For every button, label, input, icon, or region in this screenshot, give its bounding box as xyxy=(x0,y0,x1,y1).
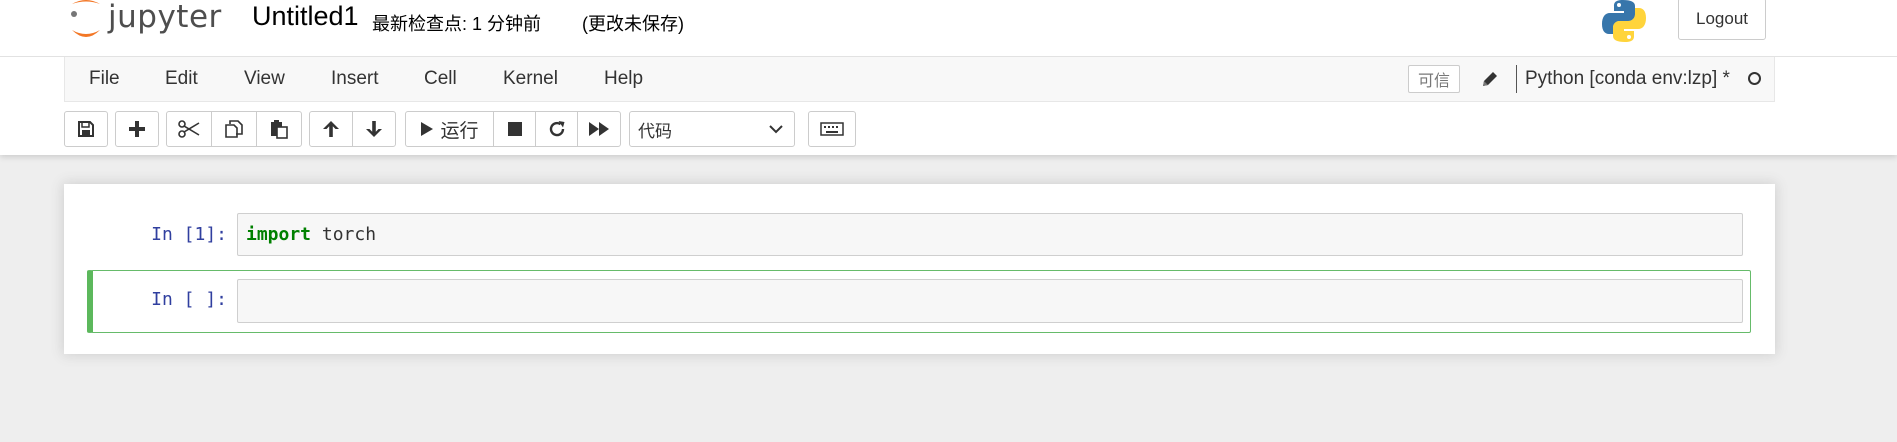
paste-button[interactable] xyxy=(256,111,302,147)
kernel-separator xyxy=(1516,65,1517,93)
cut-icon xyxy=(178,120,200,138)
cell-type-select[interactable]: 代码 xyxy=(629,111,795,147)
jupyter-logo-icon xyxy=(71,0,100,37)
menu-kernel[interactable]: Kernel xyxy=(503,68,558,90)
code-text: torch xyxy=(311,224,377,245)
logout-button[interactable]: Logout xyxy=(1678,0,1766,40)
checkpoint-status: 最新检查点: 1 分钟前 xyxy=(372,14,542,34)
kernel-idle-indicator-icon xyxy=(1748,72,1761,85)
pencil-icon[interactable] xyxy=(1481,70,1499,93)
code-editor[interactable] xyxy=(237,279,1743,323)
input-prompt: In [1]: xyxy=(151,224,227,245)
copy-icon xyxy=(225,120,243,138)
restart-icon xyxy=(549,121,564,137)
notebook-container: In [1]: import torch In [ ]: xyxy=(64,184,1775,354)
trusted-badge[interactable]: 可信 xyxy=(1408,65,1460,93)
input-prompt: In [ ]: xyxy=(151,289,227,310)
plus-icon xyxy=(129,121,145,137)
stop-icon xyxy=(507,122,522,136)
cut-button[interactable] xyxy=(166,111,212,147)
command-palette-button[interactable] xyxy=(808,111,856,147)
insert-cell-button[interactable] xyxy=(115,111,159,147)
interrupt-button[interactable] xyxy=(493,111,536,147)
move-up-button[interactable] xyxy=(309,111,353,147)
restart-run-all-button[interactable] xyxy=(577,111,621,147)
save-button[interactable] xyxy=(64,111,108,147)
menu-edit[interactable]: Edit xyxy=(165,68,198,90)
code-line: import torch xyxy=(246,224,376,245)
menu-insert[interactable]: Insert xyxy=(331,68,379,90)
restart-button[interactable] xyxy=(535,111,578,147)
paste-icon xyxy=(271,120,288,139)
save-icon xyxy=(78,121,94,137)
play-icon xyxy=(421,122,434,136)
menu-help[interactable]: Help xyxy=(604,68,643,90)
chevron-down-icon xyxy=(769,125,783,134)
jupyter-logo[interactable]: jupyter xyxy=(68,0,222,44)
menu-bar: File Edit View Insert Cell Kernel Help 可… xyxy=(64,57,1775,102)
run-button[interactable]: 运行 xyxy=(405,111,494,147)
python-logo-icon xyxy=(1602,0,1646,47)
top-bar: jupyter Untitled1 最新检查点: 1 分钟前 (更改未保存) L… xyxy=(0,0,1897,57)
code-cell-selected[interactable]: In [ ]: xyxy=(87,270,1751,333)
menu-file[interactable]: File xyxy=(89,68,120,90)
code-keyword: import xyxy=(246,224,312,245)
notebook-title[interactable]: Untitled1 xyxy=(252,1,359,32)
menu-view[interactable]: View xyxy=(244,68,285,90)
fast-forward-icon xyxy=(589,122,609,136)
header: jupyter Untitled1 最新检查点: 1 分钟前 (更改未保存) L… xyxy=(0,0,1897,155)
code-editor[interactable]: import torch xyxy=(237,213,1743,256)
kernel-name[interactable]: Python [conda env:lzp] * xyxy=(1525,68,1730,90)
arrow-up-icon xyxy=(323,121,339,137)
logo-text: jupyter xyxy=(108,0,222,35)
autosave-status: (更改未保存) xyxy=(582,14,684,34)
cell-type-value: 代码 xyxy=(638,121,672,141)
menu-cell[interactable]: Cell xyxy=(424,68,457,90)
arrow-down-icon xyxy=(366,121,382,137)
keyboard-icon xyxy=(820,122,844,136)
code-cell[interactable]: In [1]: import torch xyxy=(87,213,1751,265)
copy-button[interactable] xyxy=(211,111,257,147)
move-down-button[interactable] xyxy=(352,111,396,147)
run-label: 运行 xyxy=(440,120,479,142)
toolbar: 运行 代码 xyxy=(64,111,1064,147)
